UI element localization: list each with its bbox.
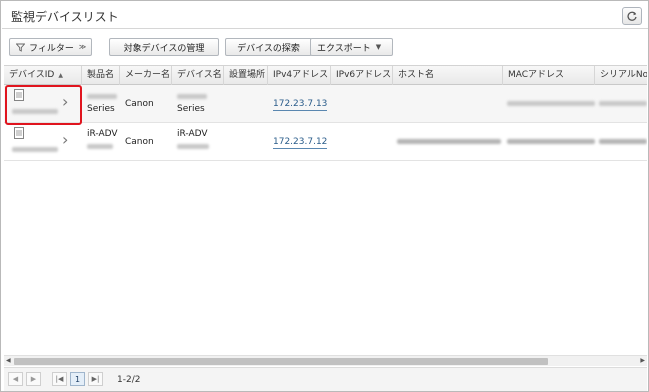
filter-funnel-icon — [16, 43, 25, 52]
column-header-hostname[interactable]: ホスト名 — [393, 66, 503, 85]
maker-name: Canon — [125, 137, 154, 147]
device-list-panel: 監視デバイスリスト フィルター ≫ 対象デバイスの管理 デバイスの探索 エクスポ… — [0, 0, 649, 392]
scrollbar-thumb[interactable] — [14, 358, 548, 365]
serial-number-redacted — [599, 101, 647, 106]
column-header-device-name[interactable]: デバイス名 — [172, 66, 224, 85]
first-page-icon: |◀ — [55, 375, 64, 383]
column-header-product-name[interactable]: 製品名 — [82, 66, 120, 85]
prev-page-button[interactable]: ◀ — [8, 372, 23, 386]
export-label: エクスポート — [317, 43, 371, 54]
device-name: iR-ADV — [177, 129, 208, 139]
next-page-button[interactable]: ▶ — [26, 372, 41, 386]
column-header-ipv6[interactable]: IPv6アドレス — [331, 66, 393, 85]
filter-label: フィルター — [29, 43, 74, 54]
table-header: デバイスID ▲ 製品名 メーカー名 デバイス名 設置場所 IPv4アドレス IP… — [4, 65, 647, 85]
horizontal-scrollbar[interactable]: ◀ ▶ — [4, 355, 647, 366]
filter-button[interactable]: フィルター ≫ — [9, 38, 92, 56]
device-id-redacted — [12, 147, 58, 152]
refresh-icon — [627, 11, 637, 21]
scroll-right-icon[interactable]: ▶ — [640, 357, 645, 364]
table-row[interactable]: › Series Canon Series 172.23.7.13 — [4, 85, 647, 123]
mac-address-redacted — [507, 139, 595, 144]
product-name-redacted — [87, 94, 117, 99]
next-arrow-icon: ▶ — [30, 375, 37, 383]
device-name-redacted — [177, 144, 209, 149]
discover-devices-button[interactable]: デバイスの探索 — [225, 38, 312, 56]
current-page-number[interactable]: 1 — [70, 372, 85, 386]
export-button[interactable]: エクスポート ▼ — [310, 38, 393, 56]
last-page-icon: ▶| — [91, 375, 100, 383]
toolbar: フィルター ≫ 対象デバイスの管理 デバイスの探索 エクスポート ▼ — [9, 38, 639, 56]
ipv4-link[interactable]: 172.23.7.13 — [273, 99, 328, 111]
table-row[interactable]: › iR-ADV Canon iR-ADV 172.23.7.12 — [4, 123, 647, 161]
product-name: Series — [87, 104, 115, 114]
refresh-button[interactable] — [622, 7, 642, 25]
page-range-text: 1-2/2 — [117, 375, 141, 385]
discover-devices-label: デバイスの探索 — [237, 43, 300, 54]
column-header-maker[interactable]: メーカー名 — [120, 66, 172, 85]
device-table: デバイスID ▲ 製品名 メーカー名 デバイス名 設置場所 IPv4アドレス IP… — [4, 65, 647, 355]
page-title: 監視デバイスリスト — [11, 10, 119, 24]
product-name-redacted — [87, 144, 113, 149]
last-page-button[interactable]: ▶| — [88, 372, 103, 386]
sort-ascending-icon: ▲ — [58, 72, 63, 79]
highlight-box — [5, 85, 82, 125]
device-name: Series — [177, 104, 205, 114]
manage-target-devices-label: 対象デバイスの管理 — [123, 43, 205, 54]
column-header-mac[interactable]: MACアドレス — [503, 66, 595, 85]
scroll-left-icon[interactable]: ◀ — [6, 357, 11, 364]
hostname-redacted — [397, 139, 501, 144]
document-icon — [14, 127, 24, 139]
ipv4-link[interactable]: 172.23.7.12 — [273, 137, 328, 149]
maker-name: Canon — [125, 99, 154, 109]
pagination-bar: ◀ ▶ |◀ 1 ▶| 1-2/2 — [4, 367, 647, 391]
chevron-right-icon[interactable]: › — [62, 132, 68, 148]
device-name-redacted — [177, 94, 207, 99]
expand-icon: ≫ — [78, 43, 87, 51]
column-header-serial[interactable]: シリアルNo. — [595, 66, 647, 85]
title-bar: 監視デバイスリスト — [2, 2, 648, 29]
manage-target-devices-button[interactable]: 対象デバイスの管理 — [109, 38, 219, 56]
prev-arrow-icon: ◀ — [12, 375, 19, 383]
column-header-ipv4[interactable]: IPv4アドレス — [268, 66, 331, 85]
first-page-button[interactable]: |◀ — [52, 372, 67, 386]
serial-number-redacted — [599, 139, 647, 144]
dropdown-arrow-icon: ▼ — [375, 43, 382, 51]
column-header-location[interactable]: 設置場所 — [224, 66, 268, 85]
mac-address-redacted — [507, 101, 595, 106]
product-name: iR-ADV — [87, 129, 118, 139]
column-header-device-id[interactable]: デバイスID ▲ — [4, 66, 82, 85]
